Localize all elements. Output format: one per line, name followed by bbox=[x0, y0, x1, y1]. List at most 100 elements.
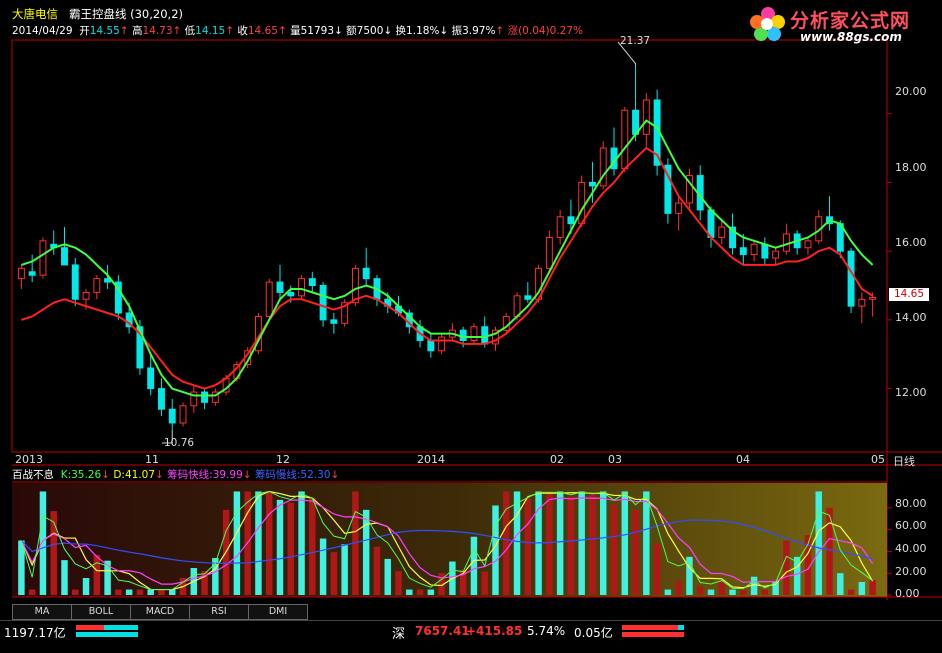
candle-body bbox=[17, 267, 25, 280]
candle-body bbox=[28, 271, 36, 276]
sub-bar bbox=[718, 582, 725, 595]
candle-body bbox=[804, 240, 812, 249]
candle-body bbox=[567, 216, 575, 225]
amplitude-label: 振 bbox=[451, 25, 463, 37]
change-value: (0.04)0.27% bbox=[518, 25, 584, 37]
candle-body bbox=[858, 298, 866, 307]
candle-body bbox=[61, 247, 68, 266]
ohlc-line: 2014/04/29 开14.55↑ 高14.73↑ 低14.15↑ 收14.6… bbox=[12, 25, 584, 37]
stock-name[interactable]: 大唐电信 bbox=[12, 7, 58, 21]
sub-bar bbox=[729, 589, 736, 595]
candle-body bbox=[39, 240, 47, 276]
site-logo[interactable]: 分析家公式网 www.88gs.com bbox=[748, 2, 942, 46]
sub-bar bbox=[309, 498, 316, 595]
low-label: 低 bbox=[184, 25, 196, 37]
candle-body bbox=[351, 267, 359, 304]
candle-body bbox=[179, 405, 187, 424]
volume-label: 量 bbox=[290, 25, 301, 37]
sub-bar bbox=[643, 491, 650, 595]
candle-body bbox=[93, 278, 101, 293]
sub-bar bbox=[524, 498, 532, 595]
amplitude-value: 3.97% bbox=[462, 25, 496, 37]
candle-body bbox=[459, 329, 467, 341]
sub-bar bbox=[826, 507, 833, 595]
candle-body bbox=[362, 267, 370, 280]
date-value: 2014/04/29 bbox=[12, 25, 73, 37]
candle-body bbox=[319, 285, 327, 321]
sub-bar bbox=[621, 491, 629, 595]
title-line: 大唐电信 霸王控盘线 (30,20,2) bbox=[12, 6, 183, 22]
sub-bar bbox=[72, 589, 79, 595]
sub-bar bbox=[255, 491, 262, 595]
sub-bar bbox=[707, 589, 715, 595]
sub-bar bbox=[858, 582, 866, 595]
sub-bar bbox=[427, 589, 435, 595]
sub-tick-20: 20.00 bbox=[895, 565, 927, 578]
d-value: D:41.07 bbox=[113, 469, 156, 481]
candle-body bbox=[675, 202, 683, 214]
sub-bar bbox=[589, 493, 596, 595]
sub-bar bbox=[696, 586, 704, 595]
change-label: 涨 bbox=[507, 25, 519, 37]
candle-body bbox=[427, 339, 435, 352]
chart-canvas[interactable] bbox=[0, 0, 942, 620]
sub-bar bbox=[847, 589, 855, 595]
sub-bar bbox=[28, 589, 36, 595]
tab-boll[interactable]: BOLL bbox=[71, 604, 131, 620]
close-value: 14.65 bbox=[247, 25, 278, 37]
sub-bar bbox=[136, 589, 144, 595]
index-amount: 0.05亿 bbox=[574, 626, 613, 640]
tab-rsi[interactable]: RSI bbox=[189, 604, 249, 620]
candle-body bbox=[739, 247, 747, 256]
candle-body bbox=[556, 216, 564, 238]
time-label-2013: 2013 bbox=[15, 453, 43, 466]
period-label[interactable]: 日线 bbox=[893, 453, 915, 469]
amount-value: 7500 bbox=[356, 25, 384, 37]
index-value: 7657.41 bbox=[415, 624, 470, 638]
sub-bar bbox=[373, 546, 381, 595]
time-label-03: 03 bbox=[608, 453, 622, 466]
index-change: +415.85 bbox=[466, 624, 523, 638]
tab-macd[interactable]: MACD bbox=[130, 604, 190, 620]
candle-body bbox=[201, 391, 209, 403]
open-label: 开 bbox=[79, 25, 90, 37]
candle-body bbox=[168, 408, 176, 424]
indicator-name[interactable]: 霸王控盘线 bbox=[69, 7, 127, 21]
sub-bar bbox=[82, 578, 90, 595]
sub-bar bbox=[664, 589, 672, 595]
sub-bar bbox=[761, 589, 769, 595]
price-tick-20: 20.00 bbox=[895, 85, 927, 98]
low-value: 14.15 bbox=[195, 25, 226, 37]
candle-body bbox=[298, 278, 306, 297]
sub-bar bbox=[50, 511, 57, 595]
tab-dmi[interactable]: DMI bbox=[248, 604, 308, 620]
sub-bar bbox=[406, 589, 413, 595]
amount-label: 额 bbox=[346, 25, 357, 37]
resist-line bbox=[21, 119, 874, 397]
candle-body bbox=[287, 291, 295, 297]
candle-body bbox=[847, 250, 855, 307]
sub-bar bbox=[492, 505, 499, 595]
sub-bar bbox=[341, 544, 348, 595]
k-value: K:35.26 bbox=[60, 469, 102, 481]
sub-bar bbox=[837, 573, 844, 595]
time-label-2014: 2014 bbox=[417, 453, 445, 466]
candle-body bbox=[718, 226, 726, 238]
sub-indicator-header: 百战不息 K:35.26↓ D:41.07↓ 筹码快线:39.99↓ 筹码慢线:… bbox=[12, 469, 340, 481]
price-tick-12: 12.00 bbox=[895, 386, 927, 399]
sub-bar bbox=[556, 491, 564, 595]
candle-body bbox=[71, 264, 79, 300]
sub-bar bbox=[319, 538, 327, 595]
candle-body bbox=[481, 326, 489, 345]
tab-ma[interactable]: MA bbox=[12, 604, 72, 620]
sub-bar bbox=[750, 576, 758, 595]
sub-bar bbox=[632, 510, 639, 595]
turnover-value: 1.18% bbox=[406, 25, 440, 37]
sub-bar bbox=[93, 554, 101, 595]
candle-body bbox=[545, 236, 553, 269]
candle-body bbox=[308, 278, 316, 287]
candle-body bbox=[157, 388, 165, 410]
sub-bar bbox=[578, 491, 585, 595]
sub-bar bbox=[287, 502, 294, 595]
sub-indicator-name[interactable]: 百战不息 bbox=[12, 469, 54, 481]
